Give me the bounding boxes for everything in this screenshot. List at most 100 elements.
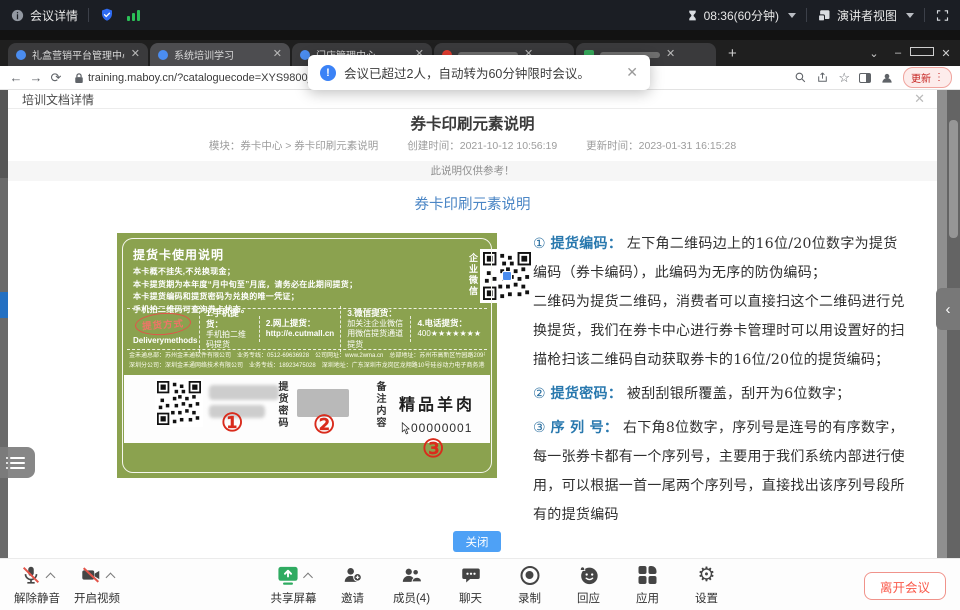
- collapse-panel-tab[interactable]: ‹: [936, 288, 960, 330]
- meeting-info-label: 会议详情: [30, 7, 78, 24]
- divider: [88, 8, 89, 22]
- bookmark-star-icon[interactable]: ☆: [838, 71, 850, 84]
- document-title: 券卡印刷元素说明: [8, 112, 937, 134]
- update-label: 更新: [911, 70, 931, 85]
- gift-card-image: 提货卡使用说明 本卡概不挂失,不兑换现金； 本卡提货期为本年度“月中旬至”月底，…: [117, 233, 497, 478]
- tab-close-icon[interactable]: ✕: [131, 49, 140, 60]
- meeting-top-bar: 会议详情 08:36(60分钟) 演讲者视图: [0, 0, 960, 30]
- forward-icon[interactable]: →: [26, 70, 46, 85]
- tab-favicon: [158, 50, 168, 60]
- badge-1: ①: [221, 411, 243, 436]
- chevron-up-icon[interactable]: [303, 572, 313, 582]
- meeting-info-button[interactable]: 会议详情: [10, 7, 78, 24]
- security-shield-icon[interactable]: [99, 7, 115, 23]
- card-usage-line: 本卡提货期为本年度“月中旬至”月底，请务必在此期间提货；: [133, 279, 373, 292]
- share-page-icon[interactable]: [816, 71, 829, 84]
- chevron-left-icon: ‹: [946, 301, 951, 318]
- meta-updated: 更新时间：2023-01-31 16:15:28: [586, 140, 736, 152]
- close-doc-button[interactable]: 关闭: [453, 531, 501, 552]
- tab-search-icon[interactable]: ⌄: [862, 47, 886, 60]
- share-screen-button[interactable]: 共享屏幕: [271, 563, 317, 606]
- chevron-down-icon: [906, 13, 914, 18]
- stamp-oval: 提货方式: [134, 311, 191, 337]
- delivery-method-3: 3.微信提货： 加关注企业微信 用微信提货通道提货: [340, 306, 410, 353]
- meta-created: 创建时间：2021-10-12 10:56:19: [407, 140, 557, 152]
- info-icon: [10, 8, 25, 23]
- product-name: 精品羊肉: [399, 391, 475, 415]
- catalogue-list-button[interactable]: [0, 447, 35, 478]
- members-button[interactable]: 成员(4): [389, 563, 435, 606]
- leave-meeting-button[interactable]: 离开会议: [864, 572, 946, 600]
- field-label-password: 提货密码: [274, 381, 289, 435]
- members-icon: [401, 564, 423, 586]
- serial-number: 00000001: [401, 421, 472, 435]
- document-meta: 模块：券卡中心 > 券卡印刷元素说明 创建时间：2021-10-12 10:56…: [8, 138, 937, 153]
- tab-close-icon[interactable]: ✕: [666, 49, 675, 60]
- browser-update-button[interactable]: 更新 ⋮: [903, 67, 952, 88]
- chevron-up-icon[interactable]: [106, 572, 116, 582]
- refresh-icon[interactable]: ⟳: [46, 70, 66, 86]
- zoom-icon[interactable]: [794, 71, 807, 84]
- meta-module: 模块：券卡中心 > 券卡印刷元素说明: [209, 140, 378, 152]
- maximize-button[interactable]: [910, 47, 934, 59]
- share-screen-icon: [276, 564, 299, 587]
- chevron-up-icon[interactable]: [46, 572, 56, 582]
- training-doc-panel: 培训文档详情 ✕ 券卡印刷元素说明 模块：券卡中心 > 券卡印刷元素说明 创建时…: [8, 90, 937, 558]
- background-sidebar-sliver: [0, 90, 8, 558]
- browser-tab-2-active[interactable]: 系统培训学习 ✕: [150, 43, 290, 66]
- list-icon: [10, 457, 25, 469]
- close-window-button[interactable]: ✕: [934, 47, 958, 60]
- tab-label: 礼盒营销平台管理中心: [32, 47, 125, 62]
- browser-tab-1[interactable]: 礼盒营销平台管理中心 ✕: [8, 43, 148, 66]
- network-signal-icon[interactable]: [127, 9, 140, 21]
- apps-grid-icon: [638, 566, 657, 585]
- description-text: ① 提货编码： 左下角二维码边上的16位/20位数字为提货 编码（券卡编码），此…: [533, 230, 945, 530]
- apps-button[interactable]: 应用: [625, 563, 671, 606]
- record-button[interactable]: 录制: [507, 563, 553, 606]
- section-heading[interactable]: 券卡印刷元素说明: [8, 193, 937, 214]
- delivery-method-4: 4.电话提货： 400★★★★★★★: [410, 316, 487, 342]
- field-label-remark: 备注内容: [372, 381, 387, 435]
- screen: 会议详情 08:36(60分钟) 演讲者视图: [0, 0, 960, 610]
- toast-message: 会议已超过2人，自动转为60分钟限时会议。: [344, 63, 590, 82]
- fullscreen-icon: [935, 8, 950, 23]
- view-mode-selector[interactable]: 演讲者视图: [817, 7, 914, 24]
- toast-close-icon[interactable]: ✕: [626, 64, 638, 81]
- browser-window-frame: [0, 30, 960, 40]
- profile-avatar-icon[interactable]: [880, 71, 894, 85]
- minimize-button[interactable]: –: [886, 47, 910, 59]
- blurred-code-text: [209, 385, 279, 400]
- badge-2: ②: [313, 413, 335, 438]
- mouse-cursor-icon: [401, 422, 410, 435]
- fullscreen-button[interactable]: [935, 8, 950, 23]
- start-video-button[interactable]: 开启视频: [74, 563, 120, 606]
- invite-button[interactable]: 邀请: [330, 563, 376, 606]
- info-icon: !: [320, 65, 336, 81]
- camera-off-icon: [80, 564, 102, 586]
- unmute-button[interactable]: 解除静音: [14, 563, 60, 606]
- meeting-timer[interactable]: 08:36(60分钟): [686, 7, 796, 24]
- view-mode-label: 演讲者视图: [837, 7, 897, 24]
- scrollbar-thumb[interactable]: [949, 120, 958, 238]
- panel-close-icon[interactable]: ✕: [914, 91, 925, 107]
- chevron-down-icon: [788, 13, 796, 18]
- card-usage-title: 提货卡使用说明: [133, 246, 373, 263]
- divider: [924, 8, 925, 22]
- divider: [806, 8, 807, 22]
- side-panel-icon[interactable]: [859, 73, 871, 83]
- tab-close-icon[interactable]: ✕: [273, 49, 282, 60]
- card-usage-line: 本卡提货编码和提货密码为兑换的唯一凭证；: [133, 291, 373, 304]
- gear-icon: ⚙: [698, 564, 716, 586]
- url-text[interactable]: training.maboy.cn/?cataloguecode=XYS9800…: [88, 72, 343, 84]
- new-tab-button[interactable]: +: [728, 45, 737, 62]
- delivery-stamp: 提货方式 Deliverymethods: [127, 311, 199, 347]
- wechat-logo-icon: [502, 271, 512, 281]
- settings-button[interactable]: ⚙ 设置: [684, 563, 730, 606]
- hourglass-icon: [686, 9, 699, 22]
- back-icon[interactable]: ←: [6, 70, 26, 85]
- panel-header: 培训文档详情 ✕: [8, 90, 937, 109]
- record-icon: [520, 566, 539, 585]
- reactions-button[interactable]: 回应: [566, 563, 612, 606]
- shared-page-area: 培训文档详情 ✕ 券卡印刷元素说明 模块：券卡中心 > 券卡印刷元素说明 创建时…: [0, 90, 960, 558]
- chat-button[interactable]: 聊天: [448, 563, 494, 606]
